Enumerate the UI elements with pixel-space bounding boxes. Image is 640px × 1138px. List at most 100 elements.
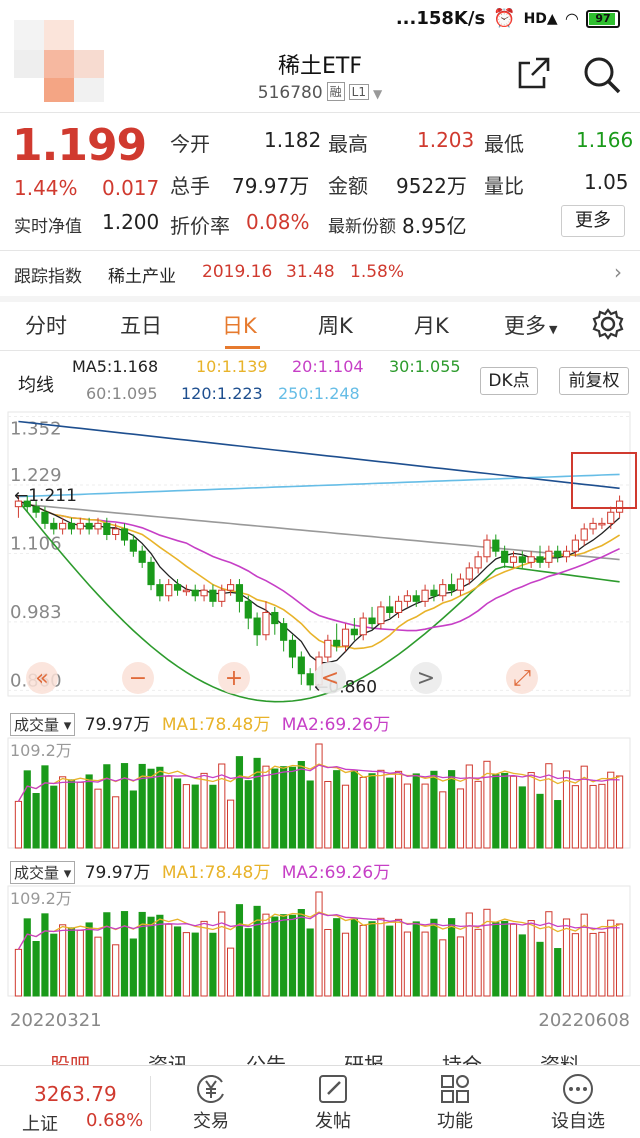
- volume-bar: [430, 918, 438, 997]
- volume-bar: [94, 788, 102, 849]
- tracking-index-pct: 1.58%: [350, 262, 405, 282]
- tab-profile[interactable]: 资料: [540, 1049, 580, 1065]
- search-icon[interactable]: [582, 55, 622, 95]
- volume-bar: [112, 796, 120, 849]
- ma-title[interactable]: 均线: [18, 371, 54, 397]
- volume-bar: [615, 775, 624, 849]
- more-button[interactable]: 更多: [561, 205, 625, 237]
- volume-bar: [456, 788, 465, 849]
- chart-nav-zoom-in-button[interactable]: +: [218, 662, 250, 694]
- change-amount: 0.017: [102, 176, 160, 200]
- post-button[interactable]: 发帖: [272, 1066, 394, 1138]
- candle: [165, 584, 173, 597]
- network-speed: ...158K/s: [395, 8, 486, 29]
- candle: [386, 606, 394, 613]
- tracking-index-name[interactable]: 稀土产业: [108, 262, 176, 287]
- volume-bar: [607, 771, 615, 849]
- chevron-right-icon[interactable]: ›: [614, 260, 622, 284]
- chart-nav-glyph: −: [129, 666, 147, 691]
- share-icon[interactable]: [516, 55, 552, 91]
- chevron-down-icon: ▼: [549, 323, 558, 336]
- add-watchlist-button[interactable]: 设自选: [516, 1066, 640, 1138]
- volume-bar: [32, 793, 40, 849]
- volume-bar: [262, 913, 270, 997]
- tab-intraday[interactable]: 分时: [25, 310, 67, 340]
- status-icons: ...158K/s ⏰ HD▲ ◠ 97: [396, 8, 620, 29]
- volume-bar: [403, 931, 411, 997]
- volume-bar: [554, 800, 562, 849]
- volume-bar: [377, 769, 385, 849]
- candle: [474, 556, 482, 569]
- edit-icon: [319, 1075, 347, 1103]
- chart-nav-zoom-out-button[interactable]: −: [122, 662, 154, 694]
- chart-nav-next-button[interactable]: >: [410, 662, 442, 694]
- candle: [333, 639, 341, 647]
- gear-icon[interactable]: [592, 308, 624, 340]
- volume-value: 79.97万: [84, 863, 151, 883]
- volume-bar: [598, 783, 606, 849]
- tab-holdings[interactable]: 持仓: [442, 1049, 482, 1065]
- volume-bar: [67, 779, 76, 849]
- volume-bar: [359, 924, 367, 997]
- chart-nav-back-button[interactable]: «: [26, 662, 58, 694]
- grid-icon: [441, 1075, 469, 1103]
- tracking-label: 跟踪指数: [14, 267, 82, 287]
- index-ticker[interactable]: 3263.79 上证 0.68%: [0, 1066, 150, 1138]
- tab-forum[interactable]: 股吧: [50, 1049, 90, 1065]
- chart-nav-prev-button[interactable]: <: [314, 662, 346, 694]
- volume-bar: [103, 912, 111, 997]
- volume-bar: [341, 784, 350, 849]
- volume-bar: [509, 923, 518, 997]
- volume-bar: [527, 772, 535, 849]
- tab-daily-k[interactable]: 日K: [222, 310, 257, 340]
- tab-research[interactable]: 研报: [344, 1049, 384, 1065]
- trade-button[interactable]: 交易: [150, 1066, 272, 1138]
- candle: [191, 589, 199, 597]
- volume-bar: [430, 770, 438, 849]
- volume-selector[interactable]: 成交量 ▾: [10, 861, 76, 884]
- tab-announcements[interactable]: 公告: [246, 1049, 286, 1065]
- candle: [218, 589, 226, 602]
- candle: [112, 528, 120, 536]
- candle: [377, 606, 385, 625]
- volume-bar: [103, 764, 111, 849]
- dk-point-button[interactable]: DK点: [480, 367, 538, 395]
- candle: [76, 522, 84, 530]
- candle: [253, 617, 261, 636]
- tab-weekly-k[interactable]: 周K: [318, 310, 353, 340]
- candle: [607, 511, 615, 524]
- volume-bar: [315, 743, 323, 849]
- tab-monthly-k[interactable]: 月K: [414, 310, 449, 340]
- volume-selector[interactable]: 成交量 ▾: [10, 713, 76, 736]
- low-value: 1.166: [576, 128, 634, 152]
- volume-bar: [615, 923, 624, 997]
- volume-bar: [14, 800, 23, 849]
- volume-bar: [262, 765, 270, 849]
- candle: [324, 639, 332, 658]
- tab-news[interactable]: 资讯: [148, 1049, 188, 1065]
- candle: [94, 522, 102, 530]
- volume-bar: [439, 939, 447, 997]
- volume-ma1: MA1:78.48万: [161, 715, 271, 735]
- adjust-button[interactable]: 前复权: [559, 367, 629, 395]
- volume-bar: [448, 918, 456, 997]
- candle: [545, 550, 553, 563]
- ma20-line: [18, 500, 620, 632]
- chart-nav-fullscreen-button[interactable]: ⤢: [506, 662, 538, 694]
- volume-bar: [306, 780, 314, 849]
- volume-bar: [448, 770, 456, 849]
- features-button[interactable]: 功能: [394, 1066, 516, 1138]
- volume-bar: [386, 925, 394, 997]
- tab-five-day[interactable]: 五日: [120, 310, 162, 340]
- candle: [465, 567, 473, 580]
- volume-bar: [156, 766, 164, 849]
- tab-more[interactable]: 更多 ▼: [504, 310, 557, 340]
- wifi-icon: ◠: [565, 9, 578, 28]
- volume-bar: [182, 784, 190, 849]
- shares-label: 最新份额: [328, 217, 396, 237]
- volume-bar: [359, 776, 367, 849]
- volume-bar: [527, 920, 535, 997]
- volume-bar: [386, 777, 394, 849]
- volume-bar: [607, 919, 615, 997]
- candle: [412, 595, 420, 602]
